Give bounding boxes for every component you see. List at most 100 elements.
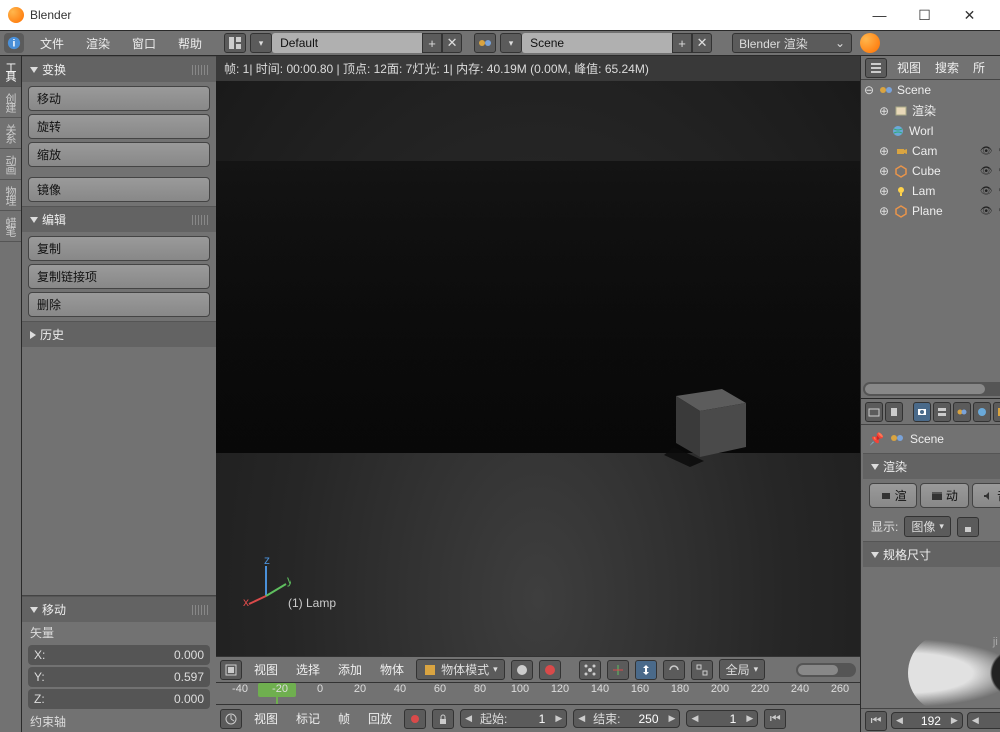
pin-icon[interactable]: 📌 (869, 432, 884, 446)
duplicate-button[interactable]: 复制 (28, 236, 210, 261)
current-frame-field[interactable]: ◀ 1 ▶ (686, 710, 758, 727)
outliner-tree[interactable]: ⊖ Scene ⊕ 渲染 Worl ⊕ Cam 👁↖📷 ⊕ (861, 80, 1000, 380)
start-frame-field[interactable]: ◀ 起始: 1 ▶ (460, 709, 567, 728)
vtab-physics[interactable]: 物理 (0, 180, 21, 211)
outliner-row[interactable]: ⊕ Cube 👁↖📷 (861, 161, 1000, 181)
scale-button[interactable]: 缩放 (28, 142, 210, 167)
eye-icon[interactable]: 👁 (979, 164, 994, 179)
grip-icon[interactable] (192, 605, 208, 615)
prop-tab-render[interactable] (913, 402, 931, 422)
vector-x-field[interactable]: X:0.000 (28, 645, 210, 665)
frame-counter-field[interactable]: ◀ 192 ▶ (891, 712, 963, 729)
expand-icon[interactable]: ⊕ (878, 144, 890, 158)
ol-view[interactable]: 视图 (893, 57, 925, 78)
decr-icon[interactable]: ◀ (892, 713, 907, 728)
window-minimize-button[interactable]: — (857, 0, 902, 30)
expand-icon[interactable]: ⊕ (878, 164, 890, 178)
mirror-button[interactable]: 镜像 (28, 177, 210, 202)
render-panel-header[interactable]: 渲染 (863, 453, 1000, 479)
outliner-row[interactable]: ⊕ Plane 👁↖📷 (861, 201, 1000, 221)
layout-delete-button[interactable]: ✕ (442, 33, 462, 53)
lock-display-button[interactable] (957, 517, 979, 537)
outliner-scene-row[interactable]: ⊖ Scene (861, 80, 1000, 100)
vtab-animation[interactable]: 动画 (0, 149, 21, 180)
manipulator-translate-button[interactable] (635, 660, 657, 680)
render-engine-select[interactable]: Blender 渲染 ⌄ (732, 33, 852, 53)
info-editor-icon[interactable]: i (4, 33, 24, 53)
editor-type-button[interactable] (220, 660, 242, 680)
grip-icon[interactable] (192, 215, 208, 225)
window-close-button[interactable]: ✕ (947, 0, 992, 30)
ol-all[interactable]: 所 (969, 57, 989, 78)
panel-transform-header[interactable]: 变换 (22, 56, 216, 82)
outliner-row[interactable]: ⊕ Lam 👁↖📷 (861, 181, 1000, 201)
tf-marker[interactable]: 标记 (290, 708, 326, 729)
tf-frame[interactable]: 帧 (332, 708, 356, 729)
incr-icon[interactable]: ▶ (947, 713, 962, 728)
outliner-hscroll[interactable] (863, 382, 1000, 396)
outliner-row[interactable]: ⊕ 渲染 (861, 100, 1000, 121)
layout-add-button[interactable]: + (422, 33, 442, 53)
incr-icon[interactable]: ▶ (742, 711, 757, 726)
mode-select[interactable]: 物体模式 ▾ (416, 659, 505, 680)
prop-tab-editor[interactable] (865, 402, 883, 422)
decr-icon[interactable]: ◀ (968, 713, 983, 728)
step-field[interactable]: ◀ 1 (967, 712, 1000, 729)
display-select[interactable]: 图像▾ (904, 516, 951, 537)
vf-select[interactable]: 选择 (290, 659, 326, 680)
outliner-row[interactable]: ⊕ Cam 👁↖📷 (861, 141, 1000, 161)
prop-tab-layers[interactable] (933, 402, 951, 422)
panel-history-header[interactable]: 历史 (22, 321, 216, 347)
scene-name-field[interactable]: Scene (522, 33, 672, 53)
vtab-tools[interactable]: 工具 (0, 56, 21, 87)
incr-icon[interactable]: ▶ (665, 711, 680, 726)
menu-render[interactable]: 渲染 (76, 33, 120, 54)
prop-tab-world[interactable] (973, 402, 991, 422)
eye-icon[interactable]: 👁 (979, 144, 994, 159)
tf-view[interactable]: 视图 (248, 708, 284, 729)
prop-tab-scene[interactable] (953, 402, 971, 422)
render-button[interactable]: 渲 (869, 483, 917, 508)
eye-icon[interactable]: 👁 (979, 184, 994, 199)
manipulator-rotate-button[interactable] (663, 660, 685, 680)
incr-icon[interactable]: ▶ (551, 711, 566, 726)
expand-icon[interactable]: ⊕ (878, 204, 890, 218)
decr-icon[interactable]: ◀ (687, 711, 702, 726)
expand-icon[interactable]: ⊕ (878, 104, 890, 118)
end-frame-field[interactable]: ◀ 结束: 250 ▶ (573, 709, 680, 728)
delete-button[interactable]: 删除 (28, 292, 210, 317)
menu-help[interactable]: 帮助 (168, 33, 212, 54)
scene-delete-button[interactable]: ✕ (692, 33, 712, 53)
vtab-relations[interactable]: 关系 (0, 118, 21, 149)
vector-y-field[interactable]: Y:0.597 (28, 667, 210, 687)
scene-add-button[interactable]: + (672, 33, 692, 53)
animation-button[interactable]: 动 (920, 483, 968, 508)
duplicate-linked-button[interactable]: 复制链接项 (28, 264, 210, 289)
ol-search[interactable]: 搜索 (931, 57, 963, 78)
vf-object[interactable]: 物体 (374, 659, 410, 680)
prop-tab-other[interactable] (885, 402, 903, 422)
tf-playback[interactable]: 回放 (362, 708, 398, 729)
jump-prev-button[interactable]: ⏮ (865, 711, 887, 731)
timeline-editor-button[interactable] (220, 709, 242, 729)
orientation-select[interactable]: 全局 ▾ (719, 659, 766, 680)
manipulator-scale-button[interactable] (691, 660, 713, 680)
layout-browse-button[interactable] (224, 33, 246, 53)
operator-header[interactable]: 移动 (22, 596, 216, 622)
vector-z-field[interactable]: Z:0.000 (28, 689, 210, 709)
decr-icon[interactable]: ◀ (461, 711, 476, 726)
outliner-row[interactable]: Worl (861, 121, 1000, 141)
prop-tab-object[interactable] (993, 402, 1000, 422)
vf-view[interactable]: 视图 (248, 659, 284, 680)
pivot-button[interactable] (579, 660, 601, 680)
window-maximize-button[interactable]: ☐ (902, 0, 947, 30)
dimensions-panel-header[interactable]: 规格尺寸 (863, 541, 1000, 567)
panel-edit-header[interactable]: 编辑 (22, 206, 216, 232)
scene-browse-button[interactable] (474, 33, 496, 53)
cursor-icon[interactable]: ↖ (995, 164, 1000, 179)
jump-start-button[interactable]: ⏮ (764, 709, 786, 729)
manipulator-button[interactable] (607, 660, 629, 680)
vtab-create[interactable]: 创建 (0, 87, 21, 118)
cursor-icon[interactable]: ↖ (995, 144, 1000, 159)
expand-icon[interactable]: ⊖ (863, 83, 875, 97)
